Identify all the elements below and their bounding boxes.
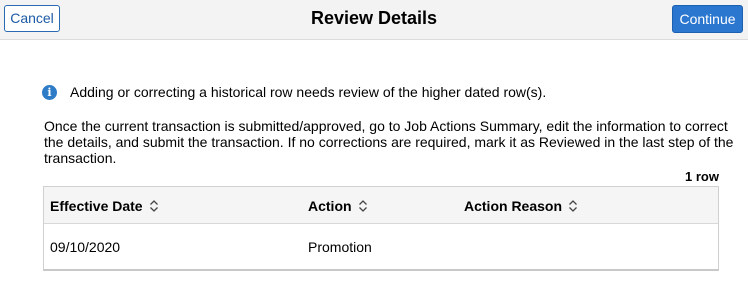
- cancel-button[interactable]: Cancel: [4, 5, 60, 32]
- grid-header: Effective Date Action Action Reason: [44, 187, 718, 224]
- column-header-label: Action Reason: [464, 198, 563, 214]
- continue-button[interactable]: Continue: [672, 5, 743, 33]
- page-title: Review Details: [310, 8, 438, 28]
- column-header-label: Effective Date: [50, 198, 143, 214]
- page-header: Review Details Cancel Continue: [0, 0, 748, 40]
- column-header-action-reason[interactable]: Action Reason: [464, 187, 578, 223]
- sort-icon: [149, 200, 158, 212]
- info-icon: i: [42, 85, 57, 100]
- sort-icon: [569, 200, 577, 212]
- column-header-effective-date[interactable]: Effective Date: [50, 187, 159, 223]
- column-header-action[interactable]: Action: [308, 187, 368, 223]
- cell-effective-date: 09/10/2020: [50, 239, 121, 255]
- instructions-text: Once the current transaction is submitte…: [44, 118, 734, 166]
- sort-icon: [358, 200, 367, 212]
- column-header-label: Action: [308, 198, 352, 214]
- review-grid: Effective Date Action Action Reason 09/1…: [43, 186, 719, 271]
- info-message-text: Adding or correcting a historical row ne…: [70, 84, 547, 100]
- row-count: 1 row: [685, 169, 719, 184]
- cell-action: Promotion: [308, 239, 372, 255]
